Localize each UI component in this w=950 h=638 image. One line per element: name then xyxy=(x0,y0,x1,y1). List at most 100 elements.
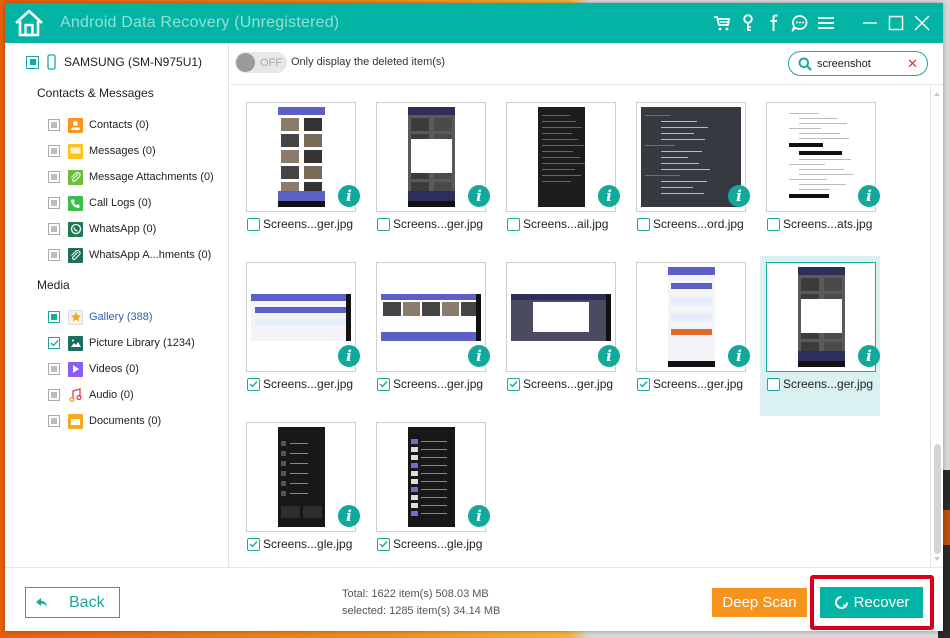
thumbnail-tile[interactable]: i Screens...ats.jpg xyxy=(760,96,880,256)
deleted-only-toggle[interactable]: OFF xyxy=(235,52,287,73)
tile-footer[interactable]: Screens...gle.jpg xyxy=(247,537,352,551)
thumbnail-image[interactable]: i xyxy=(246,102,360,212)
checkbox[interactable] xyxy=(48,171,60,183)
menu-icon[interactable] xyxy=(815,12,837,34)
checkbox[interactable] xyxy=(48,249,60,261)
info-icon[interactable]: i xyxy=(598,345,620,367)
info-icon[interactable]: i xyxy=(468,345,490,367)
info-icon[interactable]: i xyxy=(338,185,360,207)
thumbnail-tile[interactable]: i Screens...ger.jpg xyxy=(500,256,620,416)
key-icon[interactable] xyxy=(737,12,759,34)
thumbnail-image[interactable]: i xyxy=(766,102,880,212)
thumbnail-tile[interactable]: i Screens...gle.jpg xyxy=(370,416,490,567)
thumbnail-tile[interactable]: i Screens...gle.jpg xyxy=(240,416,360,567)
scrollbar-thumb[interactable] xyxy=(934,444,941,554)
thumbnail-tile[interactable]: i Screens...ger.jpg xyxy=(760,256,880,416)
thumbnail-tile[interactable]: i Screens...ger.jpg xyxy=(240,96,360,256)
thumbnail-tile[interactable]: i Screens...ail.jpg xyxy=(500,96,620,256)
tile-footer[interactable]: Screens...ger.jpg xyxy=(507,377,613,391)
thumbnail-image[interactable]: i xyxy=(636,262,750,372)
checkbox[interactable] xyxy=(48,145,60,157)
sidebar-item-audio[interactable]: Audio (0) xyxy=(48,386,134,404)
checkbox-checked[interactable] xyxy=(637,377,650,391)
thumbnail-image[interactable]: i xyxy=(376,102,490,212)
recover-button[interactable]: Recover xyxy=(820,587,923,618)
tile-footer[interactable]: Screens...gle.jpg xyxy=(377,537,482,551)
checkbox-checked[interactable] xyxy=(247,537,260,551)
sidebar-item-whatsapp[interactable]: WhatsApp (0) xyxy=(48,220,156,238)
checkbox[interactable] xyxy=(48,389,60,401)
checkbox-checked[interactable] xyxy=(377,377,390,391)
tile-footer[interactable]: Screens...ger.jpg xyxy=(377,217,483,231)
maximize-icon[interactable] xyxy=(885,12,907,34)
cart-icon[interactable] xyxy=(711,12,733,34)
back-button[interactable]: Back xyxy=(25,587,120,618)
checkbox[interactable] xyxy=(48,363,60,375)
thumbnail-image[interactable]: i xyxy=(246,422,360,532)
info-icon[interactable]: i xyxy=(468,505,490,527)
thumbnail-image[interactable]: i xyxy=(506,102,620,212)
checkbox-checked[interactable] xyxy=(247,377,260,391)
tile-footer[interactable]: Screens...ger.jpg xyxy=(247,377,353,391)
tile-footer[interactable]: Screens...ger.jpg xyxy=(767,377,873,391)
thumbnail-image[interactable]: i xyxy=(376,262,490,372)
thumbnail-image[interactable]: i xyxy=(246,262,360,372)
tile-footer[interactable]: Screens...ger.jpg xyxy=(247,217,353,231)
info-icon[interactable]: i xyxy=(468,185,490,207)
sidebar-item-gallery[interactable]: Gallery (388) xyxy=(48,308,153,326)
checkbox-checked[interactable] xyxy=(377,537,390,551)
thumbnail-tile[interactable]: i Screens...ger.jpg xyxy=(370,256,490,416)
sidebar-item-message-attachments[interactable]: Message Attachments (0) xyxy=(48,168,214,186)
thumbnail-image[interactable]: i xyxy=(376,422,490,532)
thumbnail-tile[interactable]: i Screens...ger.jpg xyxy=(370,96,490,256)
checkbox-checked[interactable] xyxy=(48,337,60,349)
vertical-scrollbar[interactable] xyxy=(930,86,943,567)
thumbnail-tile[interactable]: i Screens...ord.jpg xyxy=(630,96,750,256)
thumbnail-image[interactable]: i xyxy=(506,262,620,372)
checkbox[interactable] xyxy=(48,197,60,209)
checkbox[interactable] xyxy=(247,217,260,231)
thumbnail-tile[interactable]: i Screens...ger.jpg xyxy=(240,256,360,416)
tile-footer[interactable]: Screens...ail.jpg xyxy=(507,217,608,231)
checkbox[interactable] xyxy=(48,311,60,323)
sidebar-item-messages[interactable]: Messages (0) xyxy=(48,142,156,160)
info-icon[interactable]: i xyxy=(338,505,360,527)
search-input[interactable] xyxy=(817,57,897,70)
scroll-down-arrow-icon[interactable] xyxy=(934,557,940,561)
checkbox[interactable] xyxy=(48,415,60,427)
device-checkbox[interactable] xyxy=(26,55,39,69)
tile-footer[interactable]: Screens...ats.jpg xyxy=(767,217,872,231)
info-icon[interactable]: i xyxy=(338,345,360,367)
checkbox[interactable] xyxy=(377,217,390,231)
thumbnail-image[interactable]: i xyxy=(636,102,750,212)
info-icon[interactable]: i xyxy=(858,345,880,367)
sidebar-item-whatsapp-attachments[interactable]: WhatsApp A...hments (0) xyxy=(48,246,211,264)
facebook-icon[interactable] xyxy=(763,12,785,34)
thumbnail-image[interactable]: i xyxy=(766,262,880,372)
tile-footer[interactable]: Screens...ger.jpg xyxy=(637,377,743,391)
chat-icon[interactable] xyxy=(789,12,811,34)
sidebar-item-videos[interactable]: Videos (0) xyxy=(48,360,139,378)
checkbox[interactable] xyxy=(637,217,650,231)
deep-scan-button[interactable]: Deep Scan xyxy=(712,588,807,617)
info-icon[interactable]: i xyxy=(858,185,880,207)
minimize-icon[interactable] xyxy=(859,12,881,34)
sidebar-item-contacts[interactable]: Contacts (0) xyxy=(48,116,149,134)
sidebar-item-call-logs[interactable]: Call Logs (0) xyxy=(48,194,151,212)
checkbox[interactable] xyxy=(507,217,520,231)
info-icon[interactable]: i xyxy=(598,185,620,207)
thumbnail-tile[interactable]: i Screens...ger.jpg xyxy=(630,256,750,416)
info-icon[interactable]: i xyxy=(728,185,750,207)
tile-footer[interactable]: Screens...ger.jpg xyxy=(377,377,483,391)
tile-footer[interactable]: Screens...ord.jpg xyxy=(637,217,744,231)
checkbox[interactable] xyxy=(767,377,780,391)
sidebar-item-picture-library[interactable]: Picture Library (1234) xyxy=(48,334,195,352)
home-icon[interactable] xyxy=(12,6,46,40)
device-item[interactable]: SAMSUNG (SM-N975U1) xyxy=(26,54,202,70)
info-icon[interactable]: i xyxy=(728,345,750,367)
close-icon[interactable] xyxy=(911,12,933,34)
clear-search-icon[interactable]: ✕ xyxy=(907,56,918,72)
checkbox[interactable] xyxy=(767,217,780,231)
sidebar-item-documents[interactable]: Documents (0) xyxy=(48,412,161,430)
scroll-up-arrow-icon[interactable] xyxy=(934,92,940,96)
